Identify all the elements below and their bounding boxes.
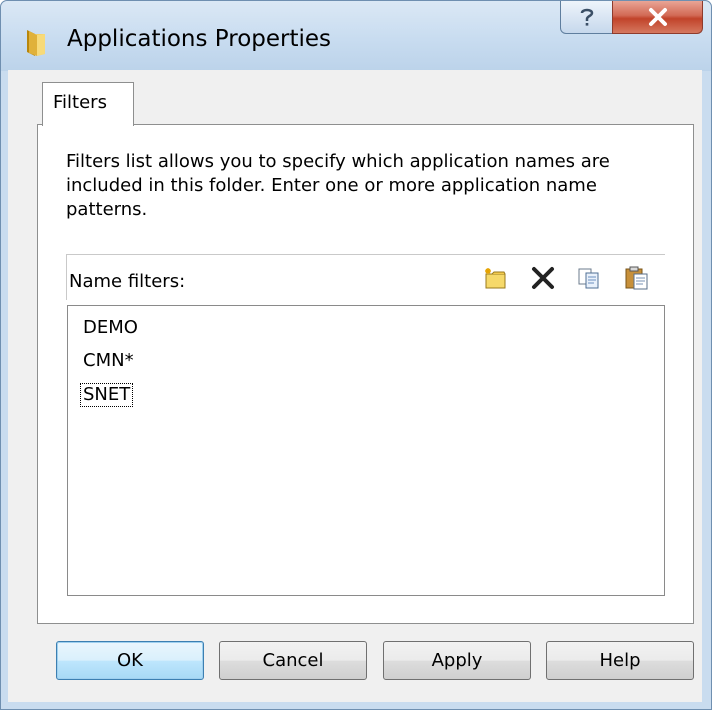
new-icon[interactable] <box>482 264 510 292</box>
list-item[interactable]: DEMO <box>81 317 140 339</box>
window-title: Applications Properties <box>67 26 332 52</box>
list-item[interactable]: CMN* <box>81 350 136 372</box>
name-filters-header: Name filters: <box>66 254 665 300</box>
tab-filters[interactable]: Filters <box>42 82 134 126</box>
folder-icon <box>21 26 53 58</box>
list-item[interactable]: SNET <box>79 383 134 407</box>
title-bar[interactable]: Applications Properties <box>1 1 711 71</box>
close-icon <box>648 8 667 26</box>
delete-icon[interactable] <box>529 264 557 292</box>
help-button[interactable]: Help <box>546 641 694 680</box>
tab-filters-label: Filters <box>53 92 107 113</box>
ok-button[interactable]: OK <box>56 641 204 680</box>
name-filters-label: Name filters: <box>69 271 186 292</box>
apply-button[interactable]: Apply <box>383 641 531 680</box>
copy-icon[interactable] <box>575 264 603 292</box>
filters-description: Filters list allows you to specify which… <box>66 151 610 220</box>
close-button[interactable] <box>612 1 703 34</box>
name-filters-list[interactable]: DEMO CMN* SNET <box>67 305 665 596</box>
question-icon <box>580 8 593 26</box>
paste-icon[interactable] <box>623 264 651 292</box>
help-titlebar-button[interactable] <box>560 1 613 34</box>
cancel-button[interactable]: Cancel <box>219 641 367 680</box>
